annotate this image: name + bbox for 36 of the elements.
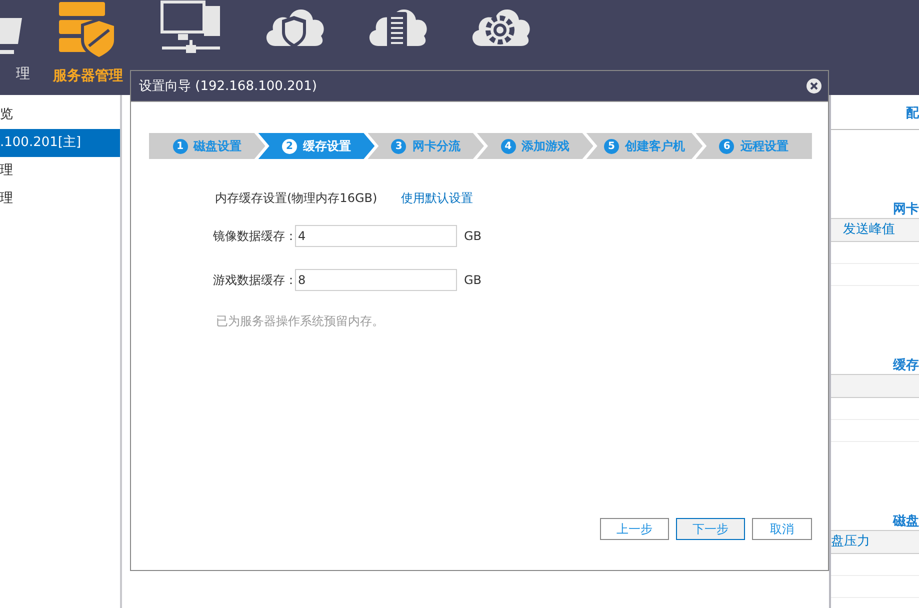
field-label: 镜像数据缓存： xyxy=(213,228,295,244)
sidebar-item[interactable]: 览 xyxy=(0,101,120,129)
wizard-step: 3 网卡分流 xyxy=(368,133,484,159)
default-settings-link[interactable]: 使用默认设置 xyxy=(401,190,474,207)
wizard-step: 1 磁盘设置 xyxy=(149,133,266,159)
wizard-step: 5 创建客户机 xyxy=(586,133,703,159)
unit-label: GB xyxy=(464,273,482,287)
wizard-step: 2 缓存设置 xyxy=(258,133,375,159)
nav-item[interactable]: 理 xyxy=(0,0,30,83)
input-field[interactable]: 8 xyxy=(295,269,457,291)
computer-network-icon xyxy=(160,0,222,56)
step-number: 6 xyxy=(719,138,734,154)
wizard-step: 6 远程设置 xyxy=(696,133,812,159)
sidebar-item[interactable]: .100.201[主] xyxy=(0,129,120,157)
step-number: 1 xyxy=(172,138,188,154)
step-number: 3 xyxy=(391,138,406,154)
step-number: 5 xyxy=(604,138,619,154)
step-number: 2 xyxy=(282,138,297,154)
dialog-title: 设置向导 (192.168.100.201) xyxy=(139,78,317,95)
panel-heading: 配 xyxy=(831,95,919,130)
section-label: 内存缓存设置(物理内存16GB) xyxy=(215,190,378,207)
field-label: 游戏数据缓存： xyxy=(213,272,295,288)
column-header: 盘压力 xyxy=(831,534,870,549)
hint-text: 已为服务器操作系统预留内存。 xyxy=(216,313,385,330)
column-header: 发送峰值 xyxy=(843,222,895,237)
close-icon[interactable] xyxy=(806,78,822,94)
input-field[interactable]: 4 xyxy=(295,225,457,247)
sidebar-item[interactable]: 理 xyxy=(0,157,120,185)
step-number: 4 xyxy=(500,138,516,154)
unit-label: GB xyxy=(464,229,482,243)
section-heading: 缓存 xyxy=(892,357,919,374)
sidebar-item[interactable]: 理 xyxy=(0,185,120,213)
nav-item[interactable]: 服务器管理 xyxy=(43,0,133,85)
section-heading: 磁盘 xyxy=(892,513,919,530)
wizard-step: 4 添加游戏 xyxy=(476,133,594,159)
section-heading: 网卡 xyxy=(892,201,919,218)
